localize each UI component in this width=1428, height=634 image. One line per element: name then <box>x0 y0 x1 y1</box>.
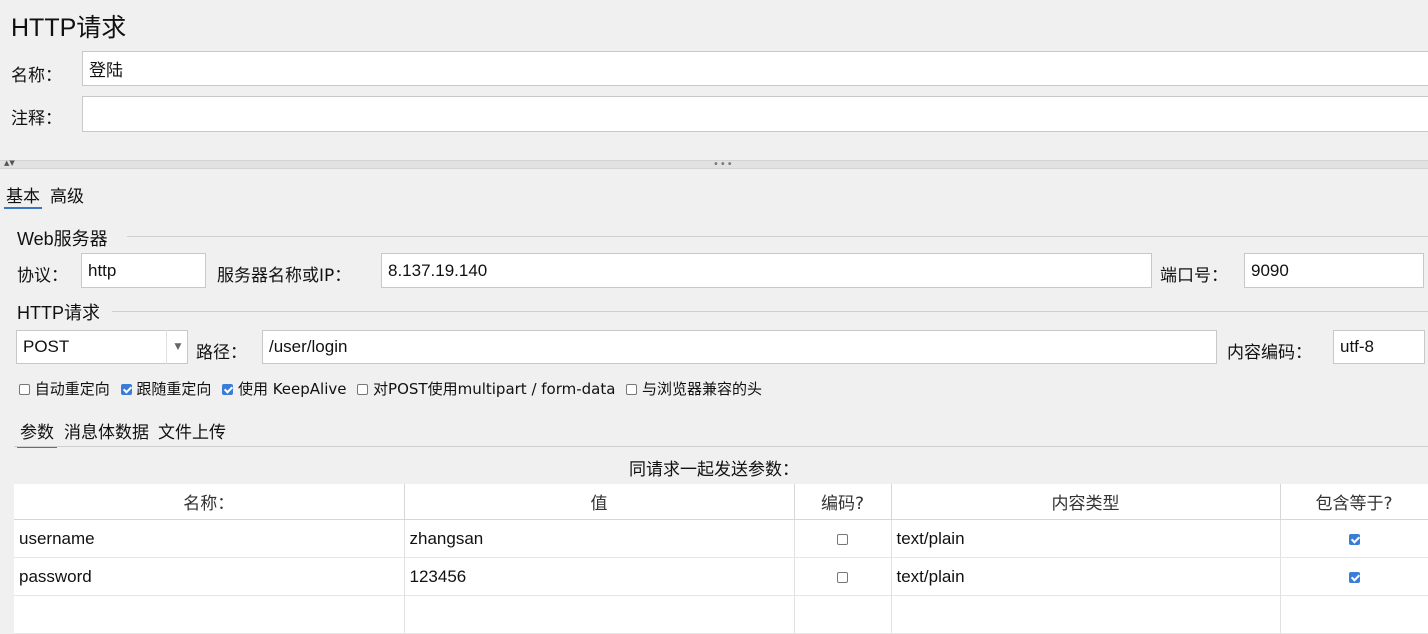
port-label: 端口号： <box>1160 266 1228 286</box>
name-label: 名称： <box>11 66 62 86</box>
table-row-empty[interactable] <box>14 595 1428 634</box>
checkbox-icon[interactable] <box>357 384 369 395</box>
top-tabs: 基本 高级 <box>4 182 86 209</box>
checkbox-icon[interactable] <box>837 571 848 583</box>
content-type-cell[interactable]: text/plain <box>891 519 1281 558</box>
checkbox-icon[interactable] <box>626 384 638 395</box>
port-input[interactable]: 9090 <box>1244 253 1424 288</box>
column-header-value[interactable]: 值 <box>404 484 795 520</box>
section-divider <box>112 311 1428 312</box>
param-value-cell[interactable]: zhangsan <box>404 519 795 558</box>
param-name-cell[interactable]: username <box>14 519 405 558</box>
name-input[interactable]: 登陆 <box>82 51 1428 86</box>
chevron-down-icon[interactable]: ▼ <box>166 330 189 364</box>
path-input[interactable]: /user/login <box>262 330 1217 364</box>
encode-cell[interactable] <box>794 557 892 596</box>
option-auto-redirect[interactable]: 自动重定向 <box>19 380 110 398</box>
encoding-label: 内容编码： <box>1227 343 1312 363</box>
path-label: 路径： <box>196 343 247 363</box>
server-input[interactable]: 8.137.19.140 <box>381 253 1152 288</box>
param-name-cell[interactable]: password <box>14 557 405 596</box>
column-header-encode[interactable]: 编码? <box>794 484 892 520</box>
request-options: 自动重定向 跟随重定向 使用 KeepAlive 对POST使用multipar… <box>19 378 768 399</box>
protocol-input[interactable]: http <box>81 253 206 288</box>
option-follow-redirect[interactable]: 跟随重定向 <box>120 380 211 398</box>
column-header-name[interactable]: 名称： <box>14 484 405 520</box>
protocol-label: 协议： <box>17 266 68 286</box>
params-table: 名称： 值 编码? 内容类型 包含等于? username zhangsan t… <box>14 484 1428 634</box>
section-divider <box>127 236 1428 237</box>
comment-label: 注释： <box>11 109 62 129</box>
checkbox-checked-icon[interactable] <box>222 384 234 395</box>
content-type-cell[interactable]: text/plain <box>891 557 1281 596</box>
option-keepalive[interactable]: 使用 KeepAlive <box>222 380 346 398</box>
encoding-input[interactable]: utf-8 <box>1333 330 1425 364</box>
splitter-grip-icon[interactable]: ••• <box>713 159 734 170</box>
include-equals-cell[interactable] <box>1280 557 1428 596</box>
checkbox-checked-icon[interactable] <box>120 384 132 395</box>
tab-advanced[interactable]: 高级 <box>48 182 86 209</box>
tab-parameters[interactable]: 参数 <box>17 418 57 448</box>
web-server-section-label: Web服务器 <box>17 229 108 249</box>
checkbox-icon[interactable] <box>19 384 30 395</box>
tab-divider <box>14 446 1428 447</box>
tab-body-data[interactable]: 消息体数据 <box>62 418 151 448</box>
tab-file-upload[interactable]: 文件上传 <box>156 418 228 448</box>
checkbox-checked-icon[interactable] <box>1348 533 1360 545</box>
param-value-cell[interactable]: 123456 <box>404 557 795 596</box>
table-header-row: 名称： 值 编码? 内容类型 包含等于? <box>14 484 1428 520</box>
include-equals-cell[interactable] <box>1280 519 1428 558</box>
body-tabs: 参数 消息体数据 文件上传 <box>17 418 228 448</box>
comment-input[interactable] <box>82 96 1428 132</box>
http-request-section-label: HTTP请求 <box>17 303 100 323</box>
table-row[interactable]: username zhangsan text/plain <box>14 519 1428 558</box>
option-browser-headers[interactable]: 与浏览器兼容的头 <box>626 380 762 398</box>
tab-basic[interactable]: 基本 <box>4 182 42 209</box>
column-header-include-equals[interactable]: 包含等于? <box>1280 484 1428 520</box>
option-multipart[interactable]: 对POST使用multipart / form-data <box>357 380 615 398</box>
encode-cell[interactable] <box>794 519 892 558</box>
params-caption: 同请求一起发送参数： <box>629 460 799 480</box>
table-row[interactable]: password 123456 text/plain <box>14 557 1428 596</box>
page-title: HTTP请求 <box>11 14 127 42</box>
server-label: 服务器名称或IP： <box>217 266 352 286</box>
checkbox-icon[interactable] <box>837 533 848 545</box>
column-header-content-type[interactable]: 内容类型 <box>891 484 1281 520</box>
collapse-arrows-icon[interactable]: ▲▼ <box>4 159 15 167</box>
method-select[interactable]: POST <box>16 330 188 364</box>
checkbox-checked-icon[interactable] <box>1348 571 1360 583</box>
